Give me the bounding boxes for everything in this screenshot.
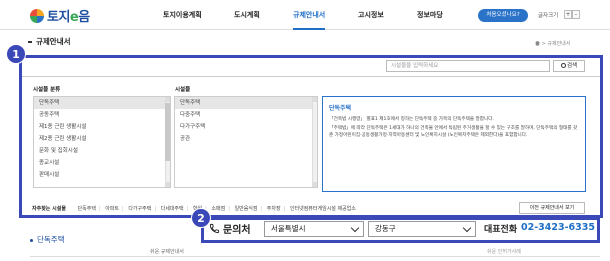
- contact-label: 문의처: [223, 225, 251, 236]
- chevron-down-icon: [462, 223, 472, 233]
- site-logo[interactable]: 토지e음: [30, 6, 90, 25]
- frequent-facilities: 자주찾는 시설물 단독주택| 아파트| 다가구주택| 다세대주택| 학원| 소매…: [22, 203, 600, 215]
- facility-item[interactable]: 다가구주택: [175, 121, 317, 133]
- frequent-item[interactable]: 소매점: [211, 206, 225, 212]
- font-plus-button[interactable]: +: [564, 10, 572, 19]
- facility-item[interactable]: 공관: [175, 133, 317, 145]
- breadcrumb: > 규제안내서: [535, 40, 570, 47]
- tab-easy-cases[interactable]: 쉬운 인허가사례: [487, 248, 521, 255]
- phone-icon: [209, 223, 220, 234]
- facility-item[interactable]: 단독주택: [175, 97, 317, 109]
- nav-land-use[interactable]: 토지이용계획: [163, 0, 202, 30]
- search-button[interactable]: 검색: [553, 60, 585, 72]
- section-title: 단독주택: [30, 234, 65, 245]
- description-title: 단독주택: [329, 105, 352, 112]
- nav-notice[interactable]: 고시정보: [358, 0, 384, 30]
- prev-guide-button[interactable]: 이전 규제안내서 보기: [519, 202, 585, 214]
- category-item[interactable]: 제1종 근린 생활시설: [34, 121, 170, 133]
- badge-two: 2: [191, 208, 211, 228]
- category-item[interactable]: 공동주택: [34, 109, 170, 121]
- logo-mark-icon: [30, 8, 44, 23]
- category-item[interactable]: 단독주택: [34, 97, 170, 109]
- category-item[interactable]: 종교시설: [34, 157, 170, 169]
- frequent-item[interactable]: 인터넷컴퓨터게임시설 제공업소: [290, 206, 356, 212]
- city-select[interactable]: 서울특별시: [264, 221, 364, 237]
- facility-search-input[interactable]: 시설물을 입력하세요: [386, 60, 550, 72]
- nav-regulation-guide[interactable]: 규제안내서: [293, 0, 326, 30]
- frequent-item[interactable]: 일반음식점: [235, 206, 258, 212]
- tel-number[interactable]: 02-3423-6335: [521, 222, 595, 233]
- facility-item[interactable]: 다중주택: [175, 109, 317, 121]
- description-paragraph: 「주택법」에 따라 단독주택은 1세대가 하나의 건축물 안에서 독립된 주거생…: [329, 125, 578, 139]
- divider: [22, 76, 600, 77]
- tel-label: 대표전화: [484, 225, 518, 235]
- frequent-item[interactable]: 단독주택: [78, 206, 96, 212]
- category-label: 시설물 분류: [33, 87, 61, 93]
- page: 토지e음 토지이용계획 도시계획 규제안내서 고시정보 정보마당 처음오셨나요?…: [0, 0, 610, 261]
- category-scrollbar[interactable]: [165, 97, 170, 187]
- facility-description: 단독주택 「건축법 시행령」 별표1 제1호에서 정하는 단독주택 중 가목의 …: [322, 96, 586, 192]
- tab-easy-guide[interactable]: 쉬운 규제안내서: [150, 248, 184, 255]
- badge-one: 1: [6, 44, 26, 64]
- category-item[interactable]: 문화 및 집회시설: [34, 145, 170, 157]
- frequent-item[interactable]: 아파트: [105, 206, 119, 212]
- page-title: 규제안내서: [28, 36, 71, 47]
- frequent-item[interactable]: 다가구주택: [128, 206, 151, 212]
- description-paragraph: 「건축법 시행령」 별표1 제1호에서 정하는 단독주택 중 가목의 단독주택을…: [329, 117, 494, 122]
- frequent-item[interactable]: 다세대주택: [161, 206, 184, 212]
- font-size-label: 글자크기: [538, 13, 559, 19]
- district-select[interactable]: 강동구: [368, 221, 476, 237]
- category-item[interactable]: 판매시설: [34, 169, 170, 181]
- search-icon: [560, 62, 566, 68]
- home-icon[interactable]: [535, 40, 540, 46]
- category-list[interactable]: 단독주택 공동주택 제1종 근린 생활시설 제2종 근린 생활시설 문화 및 집…: [33, 96, 171, 188]
- chevron-down-icon: [350, 223, 360, 233]
- nav-info[interactable]: 정보마당: [417, 0, 443, 30]
- first-visit-button[interactable]: 처음오셨나요?: [478, 9, 528, 22]
- frequent-item[interactable]: 주차장: [267, 206, 281, 212]
- category-item[interactable]: 제2종 근린 생활시설: [34, 133, 170, 145]
- divider: [30, 256, 600, 257]
- site-header: 토지e음 토지이용계획 도시계획 규제안내서 고시정보 정보마당 처음오셨나요?…: [0, 0, 610, 30]
- facility-scrollbar[interactable]: [312, 97, 317, 187]
- frequent-label: 자주찾는 시설물: [32, 206, 66, 212]
- logo-text: 토지e음: [47, 10, 90, 25]
- facility-list[interactable]: 단독주택 다중주택 다가구주택 공관: [174, 96, 318, 188]
- facility-label: 시설물: [175, 87, 191, 93]
- nav-urban-planning[interactable]: 도시계획: [234, 0, 260, 30]
- font-minus-button[interactable]: -: [572, 10, 580, 19]
